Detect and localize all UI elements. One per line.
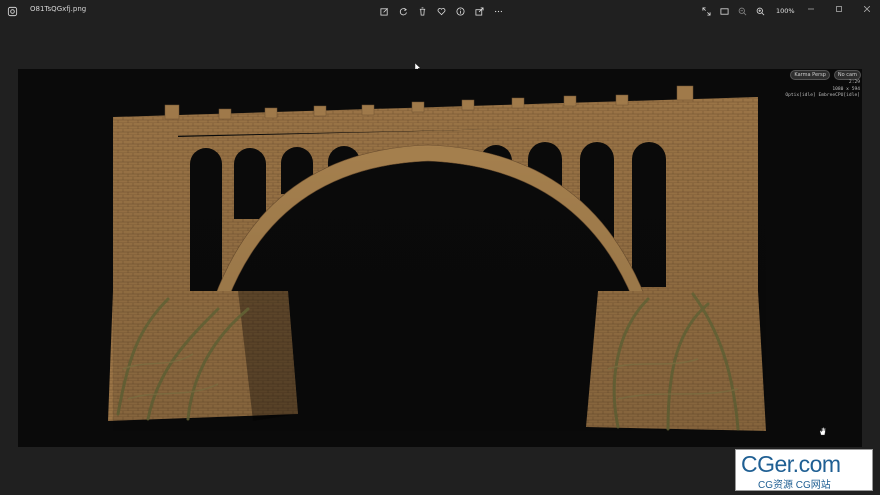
render-engine-status: Optix[idle] EmbreeCPU[idle] (785, 93, 860, 98)
fit-window-icon[interactable] (718, 5, 731, 18)
fullscreen-icon[interactable] (700, 5, 713, 18)
zoom-in-icon[interactable] (754, 5, 767, 18)
edit-image-icon[interactable] (378, 5, 391, 18)
zoom-level[interactable]: 100% (776, 7, 795, 15)
close-icon[interactable] (862, 4, 872, 14)
minimize-icon[interactable] (806, 4, 816, 14)
maximize-icon[interactable] (834, 4, 844, 14)
share-icon[interactable] (473, 5, 486, 18)
window-controls (806, 4, 872, 14)
more-icon[interactable] (492, 5, 505, 18)
zoom-out-icon[interactable] (736, 5, 749, 18)
watermark-logo: CGer.com CG资源 CG网站 (735, 449, 873, 491)
file-name: O81TsQGxfj.png (30, 5, 87, 13)
favorite-icon[interactable] (435, 5, 448, 18)
rotate-icon[interactable] (397, 5, 410, 18)
watermark-title: CGer.com (741, 451, 841, 477)
title-bar: O81TsQGxfj.png 100% (0, 0, 880, 22)
viewport-controls: Karma Persp No cam (790, 70, 861, 80)
watermark-subtitle: CG资源 CG网站 (758, 480, 831, 491)
delete-icon[interactable] (416, 5, 429, 18)
mouse-cursor-icon (414, 57, 422, 72)
image-toolbar (378, 4, 505, 18)
view-toolbar: 100% (700, 4, 795, 18)
bridge-render (108, 85, 766, 447)
render-stats: 2:29 1080 x 594 Optix[idle] EmbreeCPU[id… (785, 80, 860, 100)
renderer-dropdown[interactable]: Karma Persp (790, 70, 830, 80)
hand-icon (818, 421, 828, 436)
image-viewer[interactable]: Karma Persp No cam 2:29 1080 x 594 Optix… (18, 69, 862, 447)
photos-app-icon (6, 5, 18, 17)
camera-dropdown[interactable]: No cam (833, 70, 861, 80)
info-icon[interactable] (454, 5, 467, 18)
